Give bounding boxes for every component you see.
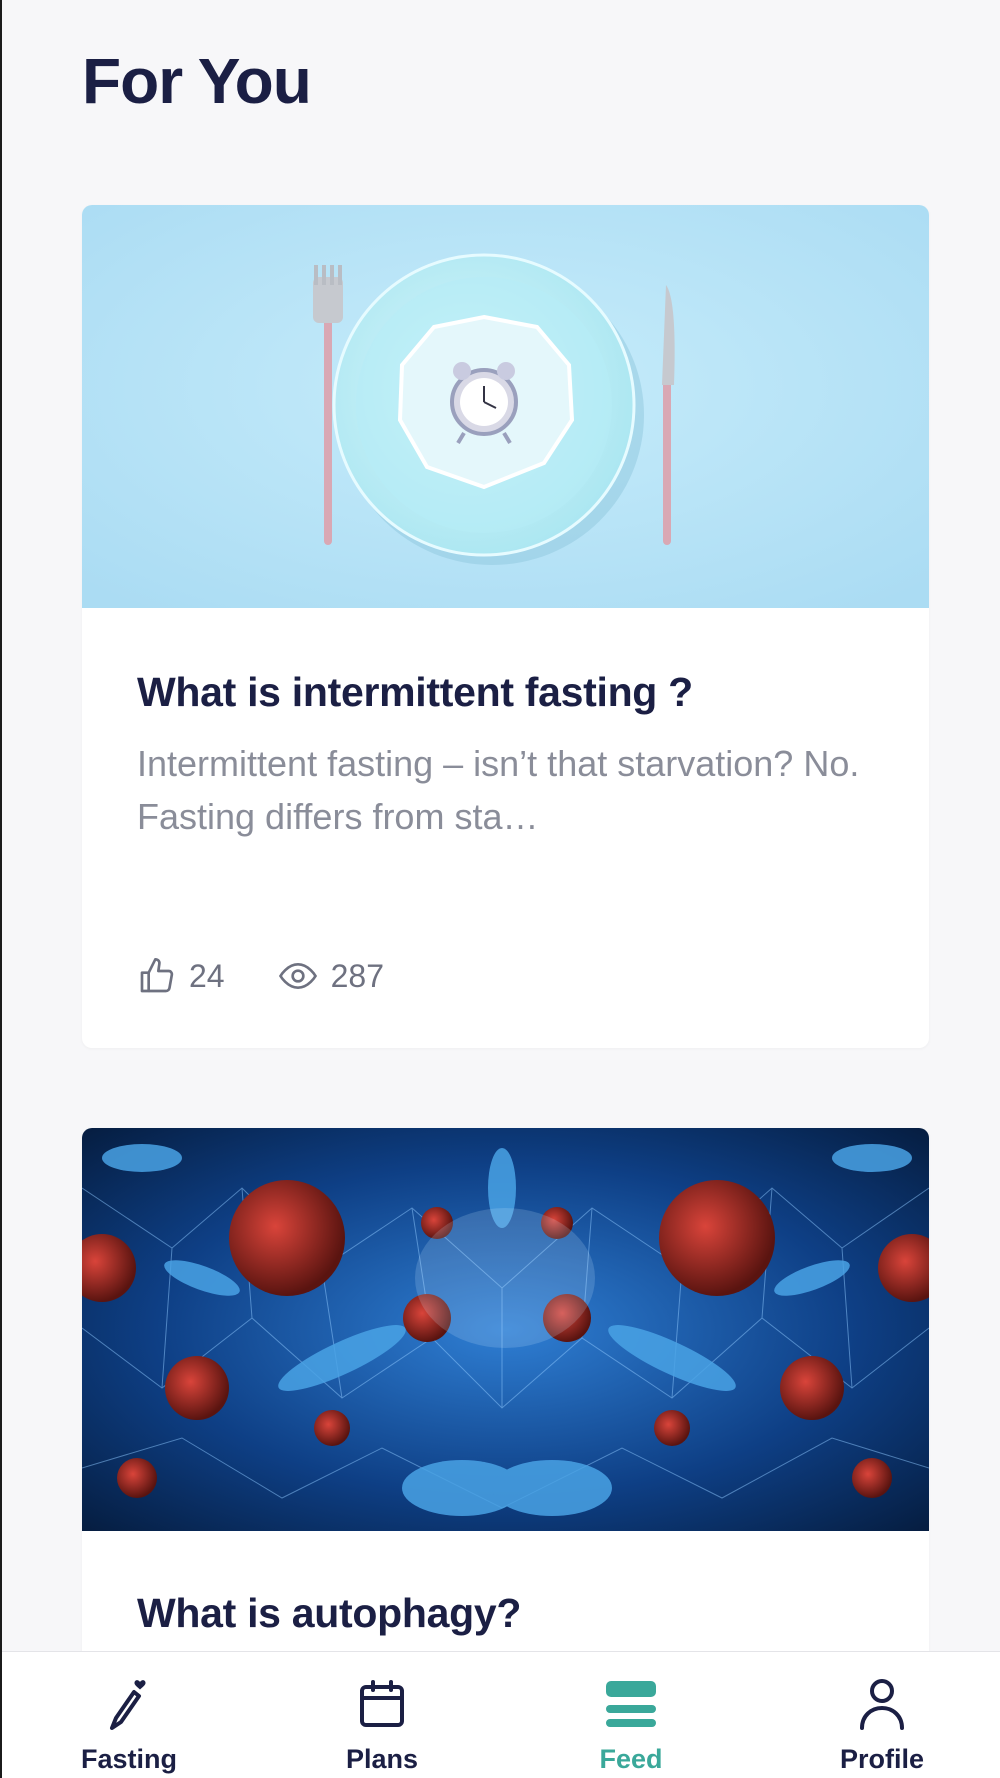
tab-label: Fasting xyxy=(80,1744,177,1774)
tab-label: Plans xyxy=(345,1744,419,1774)
tab-profile[interactable]: Profile xyxy=(782,1652,982,1778)
like-count: 24 xyxy=(189,957,225,994)
tab-label: Feed xyxy=(599,1744,663,1774)
tab-fasting[interactable]: Fasting xyxy=(29,1652,229,1778)
fasting-icon xyxy=(104,1676,154,1732)
article-image xyxy=(82,205,929,608)
tab-feed[interactable]: Feed xyxy=(531,1652,731,1778)
tab-label: Profile xyxy=(839,1744,925,1774)
eye-icon xyxy=(277,956,319,996)
article-title: What is autophagy? xyxy=(137,1590,522,1636)
bottom-tab-bar: Fasting Plans Feed Profile xyxy=(2,1651,1000,1778)
calendar-icon xyxy=(359,1676,405,1732)
article-card[interactable]: What is intermittent fasting ? Intermitt… xyxy=(82,205,929,1048)
profile-icon xyxy=(858,1676,906,1732)
article-stats: 24 287 xyxy=(137,951,436,1001)
feed-screen: For You What is intermittent fasting ? I… xyxy=(0,0,1000,1778)
article-title: What is intermittent fasting ? xyxy=(137,669,693,715)
page-title: For You xyxy=(82,45,312,117)
thumbs-up-icon xyxy=(137,956,177,996)
tab-plans[interactable]: Plans xyxy=(282,1652,482,1778)
view-stat: 287 xyxy=(277,956,384,996)
like-stat[interactable]: 24 xyxy=(137,956,225,996)
view-count: 287 xyxy=(330,957,384,994)
feed-icon xyxy=(605,1676,657,1732)
article-excerpt: Intermittent fasting – isn’t that starva… xyxy=(137,743,860,837)
article-image xyxy=(82,1128,929,1531)
